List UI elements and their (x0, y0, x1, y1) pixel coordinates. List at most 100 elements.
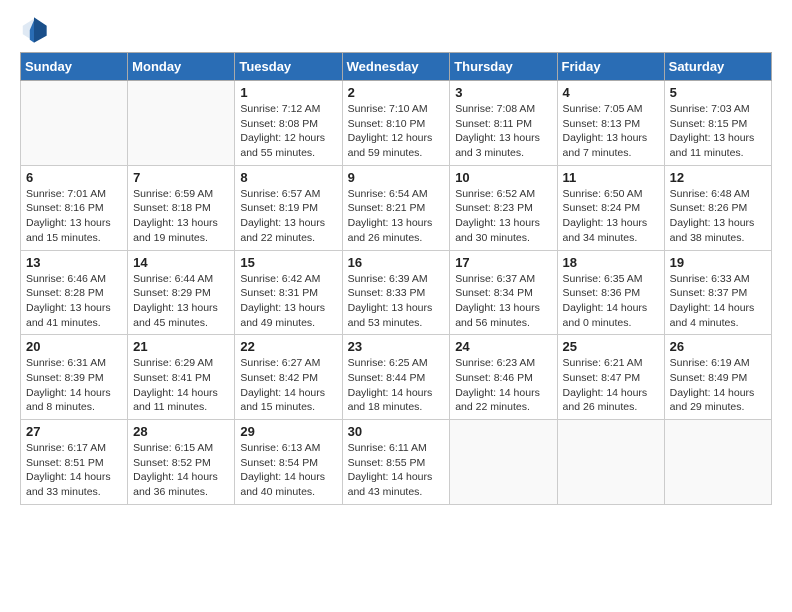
calendar-cell: 20 Sunrise: 6:31 AMSunset: 8:39 PMDayligh… (21, 335, 128, 420)
day-info: Sunrise: 6:19 AMSunset: 8:49 PMDaylight:… (670, 356, 766, 415)
day-number: 8 (240, 170, 336, 185)
column-header-saturday: Saturday (664, 53, 771, 81)
day-info: Sunrise: 6:11 AMSunset: 8:55 PMDaylight:… (348, 441, 445, 500)
day-number: 6 (26, 170, 122, 185)
calendar-week-3: 13 Sunrise: 6:46 AMSunset: 8:28 PMDayligh… (21, 250, 772, 335)
day-info: Sunrise: 6:15 AMSunset: 8:52 PMDaylight:… (133, 441, 229, 500)
day-number: 2 (348, 85, 445, 100)
logo-icon (20, 16, 48, 44)
day-info: Sunrise: 6:46 AMSunset: 8:28 PMDaylight:… (26, 272, 122, 331)
day-info: Sunrise: 6:54 AMSunset: 8:21 PMDaylight:… (348, 187, 445, 246)
calendar-cell: 14Sunrise: 6:44 AMSunset: 8:29 PMDayligh… (128, 250, 235, 335)
day-info: Sunrise: 7:01 AMSunset: 8:16 PMDaylight:… (26, 187, 122, 246)
day-number: 20 (26, 339, 122, 354)
day-info: Sunrise: 6:23 AMSunset: 8:46 PMDaylight:… (455, 356, 551, 415)
day-info: Sunrise: 6:31 AMSunset: 8:39 PMDaylight:… (26, 356, 122, 415)
day-number: 13 (26, 255, 122, 270)
day-number: 22 (240, 339, 336, 354)
day-info: Sunrise: 6:35 AMSunset: 8:36 PMDaylight:… (563, 272, 659, 331)
calendar-cell: 24 Sunrise: 6:23 AMSunset: 8:46 PMDayligh… (450, 335, 557, 420)
day-info: Sunrise: 6:52 AMSunset: 8:23 PMDaylight:… (455, 187, 551, 246)
day-number: 25 (563, 339, 659, 354)
day-number: 28 (133, 424, 229, 439)
calendar-cell: 17 Sunrise: 6:37 AMSunset: 8:34 PMDayligh… (450, 250, 557, 335)
column-header-sunday: Sunday (21, 53, 128, 81)
calendar-cell: 9 Sunrise: 6:54 AMSunset: 8:21 PMDaylight… (342, 165, 450, 250)
column-header-thursday: Thursday (450, 53, 557, 81)
calendar-cell (664, 420, 771, 505)
calendar-cell: 15Sunrise: 6:42 AMSunset: 8:31 PMDayligh… (235, 250, 342, 335)
day-number: 18 (563, 255, 659, 270)
column-header-friday: Friday (557, 53, 664, 81)
day-number: 16 (348, 255, 445, 270)
day-number: 24 (455, 339, 551, 354)
day-info: Sunrise: 7:10 AMSunset: 8:10 PMDaylight:… (348, 102, 445, 161)
day-number: 30 (348, 424, 445, 439)
calendar-cell: 4Sunrise: 7:05 AMSunset: 8:13 PMDaylight… (557, 81, 664, 166)
day-info: Sunrise: 6:21 AMSunset: 8:47 PMDaylight:… (563, 356, 659, 415)
day-info: Sunrise: 6:29 AMSunset: 8:41 PMDaylight:… (133, 356, 229, 415)
day-number: 14 (133, 255, 229, 270)
day-info: Sunrise: 6:17 AMSunset: 8:51 PMDaylight:… (26, 441, 122, 500)
day-number: 17 (455, 255, 551, 270)
calendar-cell: 21 Sunrise: 6:29 AMSunset: 8:41 PMDayligh… (128, 335, 235, 420)
day-number: 3 (455, 85, 551, 100)
calendar-cell: 5Sunrise: 7:03 AMSunset: 8:15 PMDaylight… (664, 81, 771, 166)
calendar-cell: 2 Sunrise: 7:10 AMSunset: 8:10 PMDaylight… (342, 81, 450, 166)
day-number: 7 (133, 170, 229, 185)
calendar-cell: 29 Sunrise: 6:13 AMSunset: 8:54 PMDayligh… (235, 420, 342, 505)
calendar-cell (450, 420, 557, 505)
day-number: 21 (133, 339, 229, 354)
day-info: Sunrise: 6:13 AMSunset: 8:54 PMDaylight:… (240, 441, 336, 500)
day-number: 27 (26, 424, 122, 439)
day-number: 26 (670, 339, 766, 354)
calendar-cell (557, 420, 664, 505)
day-number: 10 (455, 170, 551, 185)
day-info: Sunrise: 7:12 AMSunset: 8:08 PMDaylight:… (240, 102, 336, 161)
logo (20, 16, 52, 44)
day-info: Sunrise: 6:57 AMSunset: 8:19 PMDaylight:… (240, 187, 336, 246)
calendar-week-2: 6 Sunrise: 7:01 AMSunset: 8:16 PMDaylight… (21, 165, 772, 250)
calendar-cell: 11Sunrise: 6:50 AMSunset: 8:24 PMDayligh… (557, 165, 664, 250)
day-number: 1 (240, 85, 336, 100)
day-number: 12 (670, 170, 766, 185)
calendar-cell: 25 Sunrise: 6:21 AMSunset: 8:47 PMDayligh… (557, 335, 664, 420)
calendar-cell: 22 Sunrise: 6:27 AMSunset: 8:42 PMDayligh… (235, 335, 342, 420)
day-info: Sunrise: 6:59 AMSunset: 8:18 PMDaylight:… (133, 187, 229, 246)
calendar-cell: 7 Sunrise: 6:59 AMSunset: 8:18 PMDaylight… (128, 165, 235, 250)
calendar-cell (21, 81, 128, 166)
calendar-cell: 16Sunrise: 6:39 AMSunset: 8:33 PMDayligh… (342, 250, 450, 335)
calendar-week-5: 27 Sunrise: 6:17 AMSunset: 8:51 PMDayligh… (21, 420, 772, 505)
day-info: Sunrise: 6:33 AMSunset: 8:37 PMDaylight:… (670, 272, 766, 331)
day-info: Sunrise: 6:25 AMSunset: 8:44 PMDaylight:… (348, 356, 445, 415)
calendar-cell (128, 81, 235, 166)
calendar-cell: 10 Sunrise: 6:52 AMSunset: 8:23 PMDayligh… (450, 165, 557, 250)
column-header-tuesday: Tuesday (235, 53, 342, 81)
day-number: 23 (348, 339, 445, 354)
calendar-cell: 18 Sunrise: 6:35 AMSunset: 8:36 PMDayligh… (557, 250, 664, 335)
day-info: Sunrise: 6:42 AMSunset: 8:31 PMDaylight:… (240, 272, 336, 331)
day-number: 19 (670, 255, 766, 270)
calendar-cell: 28 Sunrise: 6:15 AMSunset: 8:52 PMDayligh… (128, 420, 235, 505)
calendar-cell: 30 Sunrise: 6:11 AMSunset: 8:55 PMDayligh… (342, 420, 450, 505)
calendar-cell: 19 Sunrise: 6:33 AMSunset: 8:37 PMDayligh… (664, 250, 771, 335)
calendar-cell: 27 Sunrise: 6:17 AMSunset: 8:51 PMDayligh… (21, 420, 128, 505)
calendar-table: SundayMondayTuesdayWednesdayThursdayFrid… (20, 52, 772, 505)
calendar-cell: 8 Sunrise: 6:57 AMSunset: 8:19 PMDaylight… (235, 165, 342, 250)
day-number: 5 (670, 85, 766, 100)
calendar-week-4: 20 Sunrise: 6:31 AMSunset: 8:39 PMDayligh… (21, 335, 772, 420)
calendar-cell: 12 Sunrise: 6:48 AMSunset: 8:26 PMDayligh… (664, 165, 771, 250)
day-info: Sunrise: 6:48 AMSunset: 8:26 PMDaylight:… (670, 187, 766, 246)
calendar-week-1: 1 Sunrise: 7:12 AMSunset: 8:08 PMDaylight… (21, 81, 772, 166)
day-number: 9 (348, 170, 445, 185)
calendar-header-row: SundayMondayTuesdayWednesdayThursdayFrid… (21, 53, 772, 81)
calendar-cell: 26 Sunrise: 6:19 AMSunset: 8:49 PMDayligh… (664, 335, 771, 420)
day-number: 29 (240, 424, 336, 439)
day-info: Sunrise: 6:27 AMSunset: 8:42 PMDaylight:… (240, 356, 336, 415)
day-info: Sunrise: 7:05 AMSunset: 8:13 PMDaylight:… (563, 102, 659, 161)
day-info: Sunrise: 6:37 AMSunset: 8:34 PMDaylight:… (455, 272, 551, 331)
day-number: 11 (563, 170, 659, 185)
day-info: Sunrise: 7:08 AMSunset: 8:11 PMDaylight:… (455, 102, 551, 161)
calendar-cell: 1 Sunrise: 7:12 AMSunset: 8:08 PMDaylight… (235, 81, 342, 166)
column-header-wednesday: Wednesday (342, 53, 450, 81)
